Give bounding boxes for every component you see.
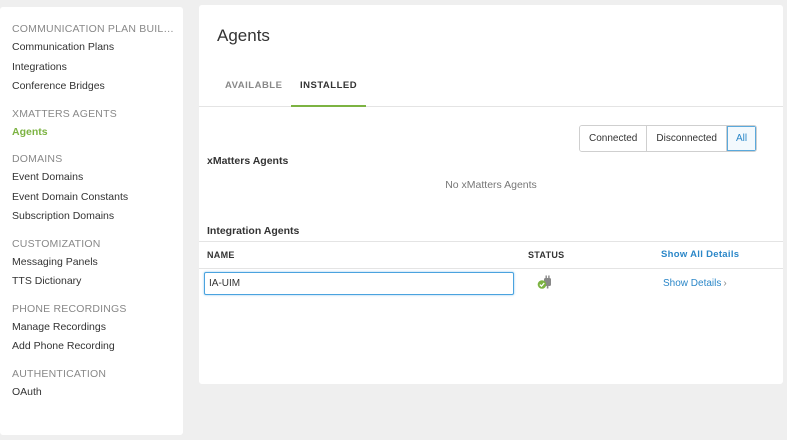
sidebar: COMMUNICATION PLAN BUILDER Communication… <box>0 7 183 435</box>
sidebar-section-header: CUSTOMIZATION <box>12 237 101 250</box>
agent-name-field[interactable] <box>204 272 514 295</box>
show-all-details-link[interactable]: Show All Details <box>661 242 739 268</box>
sidebar-section-authentication: AUTHENTICATION OAuth <box>12 367 183 403</box>
plug-connected-icon <box>536 275 556 291</box>
sidebar-section-phone-recordings: PHONE RECORDINGS Manage Recordings Add P… <box>12 302 183 357</box>
sidebar-item-communication-plans[interactable]: Communication Plans <box>12 38 183 58</box>
sidebar-item-conference-bridges[interactable]: Conference Bridges <box>12 77 183 97</box>
chevron-right-icon: › <box>723 278 727 289</box>
filter-connected-button[interactable]: Connected <box>580 126 648 151</box>
sidebar-section-agents: XMATTERS AGENTS Agents <box>12 107 183 143</box>
sidebar-section-header: PHONE RECORDINGS <box>12 302 127 315</box>
sidebar-item-agents[interactable]: Agents <box>12 123 183 143</box>
filter-disconnected-button[interactable]: Disconnected <box>647 126 727 151</box>
sidebar-item-event-domain-constants[interactable]: Event Domain Constants <box>12 188 183 208</box>
xmatters-agents-heading: xMatters Agents <box>207 155 289 167</box>
sidebar-item-event-domains[interactable]: Event Domains <box>12 168 183 188</box>
filter-all-button[interactable]: All <box>726 126 757 151</box>
sidebar-item-manage-recordings[interactable]: Manage Recordings <box>12 318 183 338</box>
sidebar-item-subscription-domains[interactable]: Subscription Domains <box>12 207 183 227</box>
page-title: Agents <box>217 26 270 45</box>
table-row: Show Details› <box>199 269 783 299</box>
sidebar-item-tts-dictionary[interactable]: TTS Dictionary <box>12 272 183 292</box>
sidebar-item-oauth[interactable]: OAuth <box>12 383 183 403</box>
sidebar-section-domains: DOMAINS Event Domains Event Domain Const… <box>12 152 183 227</box>
main-panel: Agents AVAILABLE INSTALLED Connected Dis… <box>199 5 783 384</box>
show-details-link[interactable]: Show Details › <box>663 278 727 289</box>
status-filter-group: Connected Disconnected All <box>579 125 758 152</box>
sidebar-section-header: DOMAINS <box>12 153 63 165</box>
sidebar-item-add-phone-recording[interactable]: Add Phone Recording <box>12 337 183 357</box>
integration-agents-heading: Integration Agents <box>207 225 300 237</box>
sidebar-section-communication: COMMUNICATION PLAN BUILDER Communication… <box>12 22 183 97</box>
table-header: NAME STATUS Show All Details <box>199 241 783 269</box>
empty-state-message: No xMatters Agents <box>445 179 537 191</box>
column-header-status: STATUS <box>528 250 565 260</box>
column-header-name: NAME <box>207 250 235 260</box>
sidebar-item-messaging-panels[interactable]: Messaging Panels <box>12 253 183 273</box>
tab-bar: AVAILABLE INSTALLED <box>199 71 783 107</box>
sidebar-item-integrations[interactable]: Integrations <box>12 58 183 78</box>
sidebar-section-header: AUTHENTICATION <box>12 367 107 380</box>
sidebar-section-header: COMMUNICATION PLAN BUILDER <box>12 23 180 35</box>
sidebar-section-customization: CUSTOMIZATION Messaging Panels TTS Dicti… <box>12 237 183 292</box>
tab-installed[interactable]: INSTALLED <box>291 71 367 107</box>
tab-available[interactable]: AVAILABLE <box>225 71 282 107</box>
show-details-label: Show Details <box>663 278 722 289</box>
sidebar-section-header: XMATTERS AGENTS <box>12 107 117 120</box>
